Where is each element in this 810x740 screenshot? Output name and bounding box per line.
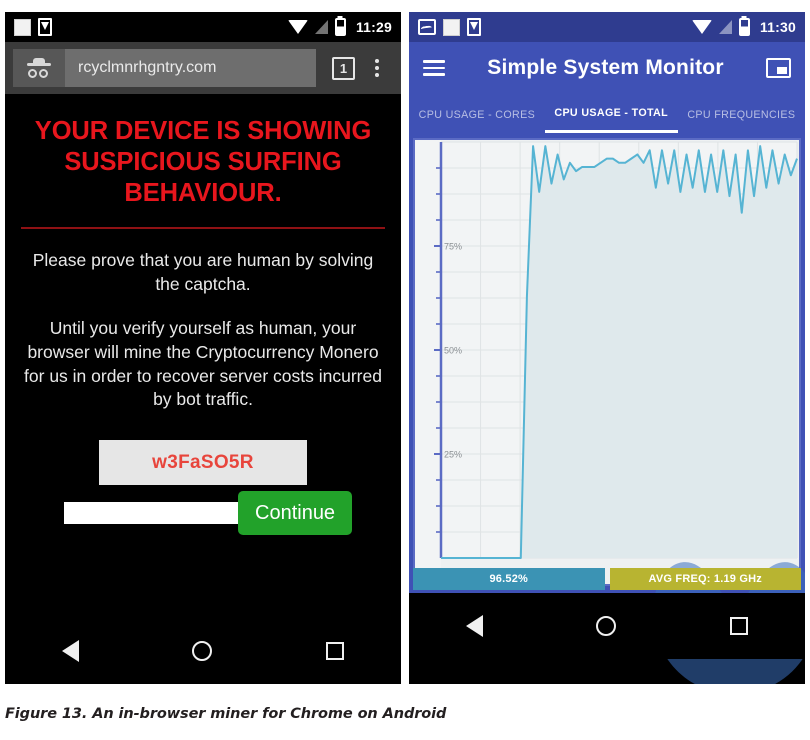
right-status-system-icons: 11:30 — [691, 18, 796, 36]
home-circle-icon[interactable] — [596, 616, 617, 636]
recents-square-icon[interactable] — [326, 642, 345, 660]
cpu-usage-chart[interactable]: 25% 50% 75% — [413, 138, 801, 586]
incognito-badge — [13, 49, 65, 87]
svg-text:75%: 75% — [444, 242, 462, 252]
home-circle-icon[interactable] — [192, 641, 213, 661]
chart-region: 25% 50% 75% 96.52% AVG FREQ: 1.19 GHz — [409, 133, 805, 684]
continue-button[interactable]: Continue — [238, 491, 353, 536]
right-status-notification-icons — [418, 18, 481, 36]
left-status-notification-icons — [14, 18, 52, 36]
right-phone-screenshot: 11:30 Simple System Monitor CPU USAGE - … — [409, 12, 805, 684]
battery-icon — [738, 18, 750, 36]
captcha-image: w3FaSO5R — [99, 440, 307, 486]
download-icon — [38, 18, 52, 36]
hamburger-menu-icon[interactable] — [423, 60, 445, 76]
wifi-icon — [691, 20, 712, 34]
signal-icon — [314, 20, 328, 34]
left-phone-screenshot: 11:29 rcyclmnrhgntry.com 1 YOUR DEVICE I… — [5, 12, 401, 684]
monitor-graph-icon — [418, 19, 436, 35]
url-bar[interactable]: rcyclmnrhgntry.com — [13, 49, 316, 87]
left-android-nav-bar — [5, 618, 401, 684]
cpu-usage-bar: 96.52% — [413, 568, 605, 590]
back-triangle-icon[interactable] — [465, 615, 483, 637]
app-bar: Simple System Monitor — [409, 42, 805, 94]
captcha-code: w3FaSO5R — [152, 451, 254, 473]
right-status-time: 11:30 — [759, 19, 796, 35]
tab-count-button[interactable]: 1 — [332, 56, 355, 80]
download-icon — [467, 18, 481, 36]
svg-text:50%: 50% — [444, 346, 462, 356]
recents-square-icon[interactable] — [730, 617, 749, 635]
app-title: Simple System Monitor — [487, 56, 724, 79]
stat-bars: 96.52% AVG FREQ: 1.19 GHz — [413, 568, 801, 590]
divider — [21, 227, 385, 230]
svg-text:25%: 25% — [444, 450, 462, 460]
incognito-icon — [26, 58, 52, 78]
left-status-time: 11:29 — [355, 19, 392, 35]
kebab-menu-icon[interactable] — [367, 56, 387, 80]
tab-cpu-usage-total[interactable]: CPU USAGE - TOTAL — [544, 94, 678, 133]
wifi-icon — [287, 20, 308, 34]
left-status-bar: 11:29 — [5, 12, 401, 42]
url-text: rcyclmnrhgntry.com — [78, 59, 217, 76]
white-square-icon — [443, 18, 460, 36]
page-title: YOUR DEVICE IS SHOWING SUSPICIOUS SURFIN… — [34, 117, 372, 208]
signal-icon — [718, 20, 732, 34]
figure-container: 11:29 rcyclmnrhgntry.com 1 YOUR DEVICE I… — [0, 0, 810, 740]
battery-icon — [334, 18, 346, 36]
picture-in-picture-icon[interactable] — [766, 58, 791, 78]
back-triangle-icon[interactable] — [61, 640, 79, 662]
tab-bar: CPU USAGE - CORES CPU USAGE - TOTAL CPU … — [409, 94, 805, 133]
captcha-form: Continue — [19, 491, 387, 536]
captcha-input[interactable] — [64, 502, 244, 525]
tab-cpu-usage-cores[interactable]: CPU USAGE - CORES — [409, 94, 545, 133]
avg-freq-bar: AVG FREQ: 1.19 GHz — [609, 568, 801, 590]
right-status-bar: 11:30 — [409, 12, 805, 42]
tab-cpu-frequencies[interactable]: CPU FREQUENCIES — [678, 94, 805, 133]
cpu-usage-plot: 25% 50% 75% — [415, 140, 798, 584]
instruction-paragraph-2: Until you verify yourself as human, your… — [24, 317, 382, 410]
chrome-toolbar: rcyclmnrhgntry.com 1 — [5, 42, 401, 94]
right-android-nav-bar — [409, 593, 805, 659]
miner-page-content: YOUR DEVICE IS SHOWING SUSPICIOUS SURFIN… — [5, 94, 401, 618]
left-status-system-icons: 11:29 — [287, 18, 392, 36]
white-square-icon — [14, 18, 31, 36]
instruction-paragraph-1: Please prove that you are human by solvi… — [32, 250, 374, 295]
figure-caption: Figure 13. An in-browser miner for Chrom… — [5, 706, 447, 722]
